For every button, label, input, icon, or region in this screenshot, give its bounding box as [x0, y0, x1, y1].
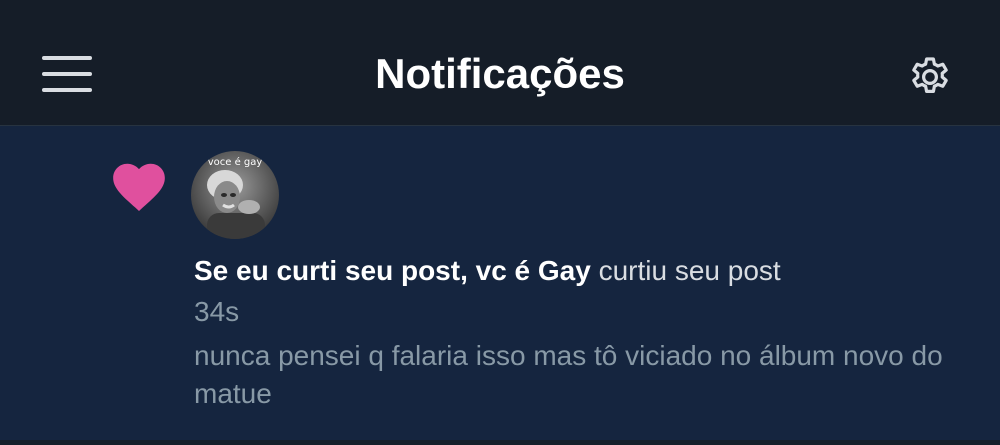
timestamp: 34s	[194, 296, 240, 327]
top-bar: Notificações	[0, 0, 1000, 126]
gear-icon	[912, 57, 948, 93]
post-preview[interactable]: nunca pensei q falaria isso mas tô vicia…	[194, 337, 954, 413]
heart-icon	[113, 163, 165, 212]
avatar-caption: voce é gay	[207, 157, 263, 168]
user-name-link[interactable]: Se eu curti seu post, vc é Gay	[194, 255, 591, 286]
notification-text: Se eu curti seu post, vc é Gay curtiu se…	[194, 252, 781, 290]
divider	[0, 440, 1000, 445]
notification-action: curtiu seu post	[598, 255, 781, 286]
avatar[interactable]: voce é gay	[191, 151, 279, 239]
settings-button[interactable]	[906, 53, 954, 101]
page-title: Notificações	[375, 50, 625, 97]
